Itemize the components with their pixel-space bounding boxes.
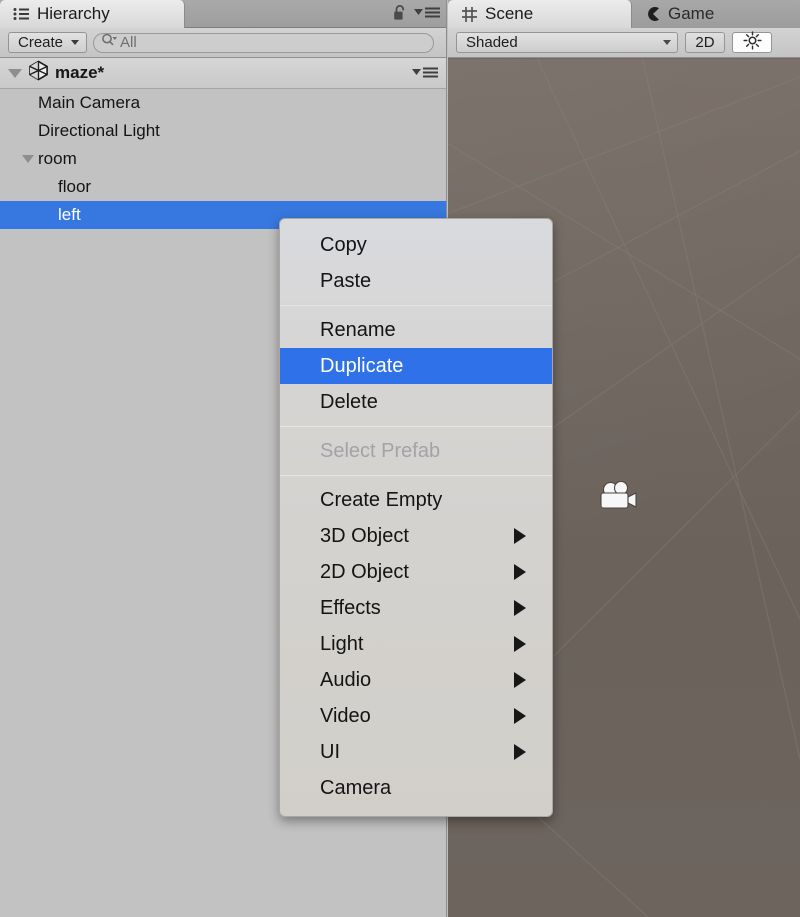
menu-item-label: Camera bbox=[320, 776, 392, 799]
create-button-label: Create bbox=[18, 34, 64, 51]
submenu-arrow-icon bbox=[514, 672, 526, 688]
tree-item-label: Directional Light bbox=[38, 121, 160, 140]
tab-hierarchy[interactable]: Hierarchy bbox=[0, 0, 185, 28]
menu-item-label: 3D Object bbox=[320, 524, 409, 547]
hierarchy-tabbar: Hierarchy bbox=[0, 0, 446, 28]
unity-logo-icon bbox=[28, 60, 49, 86]
hierarchy-toolbar: Create All bbox=[0, 28, 446, 58]
menu-item-select-prefab: Select Prefab bbox=[280, 433, 552, 469]
context-menu: Copy Paste Rename Duplicate Delete Select Pre… bbox=[279, 218, 553, 817]
menu-item-label: UI bbox=[320, 740, 340, 763]
tab-scene-label: Scene bbox=[485, 4, 534, 23]
search-input[interactable]: All bbox=[93, 32, 434, 53]
menu-item-label: Select Prefab bbox=[320, 439, 441, 462]
menu-item-rename[interactable]: Rename bbox=[280, 312, 552, 348]
tree-item-main-camera[interactable]: Main Camera bbox=[0, 89, 446, 117]
scene-root-row[interactable]: maze* bbox=[0, 58, 446, 89]
grid-hash-icon bbox=[461, 6, 478, 23]
submenu-arrow-icon bbox=[514, 564, 526, 580]
menu-item-label: Paste bbox=[320, 269, 372, 292]
unity-editor-window: Hierarchy Create All maze* Main Camera D… bbox=[0, 0, 800, 917]
menu-item-label: Rename bbox=[320, 318, 396, 341]
menu-item-label: Copy bbox=[320, 233, 367, 256]
menu-item-label: Audio bbox=[320, 668, 372, 691]
hierarchy-tree: Main Camera Directional Light room floor lef… bbox=[0, 89, 446, 229]
tree-item-label: room bbox=[38, 149, 77, 168]
triangle-down-glyph bbox=[22, 155, 34, 163]
menu-separator bbox=[280, 475, 552, 476]
tree-item-floor[interactable]: floor bbox=[0, 173, 446, 201]
menu-item-video[interactable]: Video bbox=[280, 698, 552, 734]
scene-root-label: maze* bbox=[55, 63, 105, 82]
tree-item-label: left bbox=[58, 205, 81, 224]
menu-item-label: Light bbox=[320, 632, 364, 655]
tree-item-directional-light[interactable]: Directional Light bbox=[0, 117, 446, 145]
draw-mode-dropdown[interactable]: Shaded bbox=[456, 32, 678, 53]
list-icon bbox=[13, 7, 30, 21]
panel-options-icon[interactable] bbox=[414, 6, 440, 24]
tree-item-label: Main Camera bbox=[38, 93, 141, 112]
menu-item-paste[interactable]: Paste bbox=[280, 263, 552, 299]
menu-item-label: Effects bbox=[320, 596, 381, 619]
submenu-arrow-icon bbox=[514, 636, 526, 652]
menu-item-label: Duplicate bbox=[320, 354, 404, 377]
menu-item-3d-object[interactable]: 3D Object bbox=[280, 518, 552, 554]
menu-item-camera[interactable]: Camera bbox=[280, 770, 552, 806]
search-icon bbox=[102, 33, 118, 52]
create-button[interactable]: Create bbox=[8, 32, 88, 53]
menu-item-label: Create Empty bbox=[320, 488, 443, 511]
triangle-down-icon[interactable] bbox=[18, 155, 38, 163]
sun-icon bbox=[742, 31, 762, 54]
tree-item-label: floor bbox=[58, 177, 92, 196]
submenu-arrow-icon bbox=[514, 600, 526, 616]
toggle-2d-label: 2D bbox=[695, 34, 715, 51]
tab-game[interactable]: Game bbox=[632, 0, 800, 28]
submenu-arrow-icon bbox=[514, 708, 526, 724]
submenu-arrow-icon bbox=[514, 744, 526, 760]
menu-item-2d-object[interactable]: 2D Object bbox=[280, 554, 552, 590]
chevron-down-icon bbox=[663, 40, 671, 45]
tab-scene[interactable]: Scene bbox=[448, 0, 632, 28]
menu-item-delete[interactable]: Delete bbox=[280, 384, 552, 420]
menu-item-audio[interactable]: Audio bbox=[280, 662, 552, 698]
triangle-down-icon[interactable] bbox=[8, 68, 22, 78]
scene-root-options-icon[interactable] bbox=[412, 66, 438, 79]
pacman-icon bbox=[645, 6, 661, 22]
scene-tabbar: Scene Game bbox=[448, 0, 800, 28]
scene-toolbar: Shaded 2D bbox=[448, 28, 800, 58]
tab-hierarchy-label: Hierarchy bbox=[37, 4, 110, 23]
menu-item-light[interactable]: Light bbox=[280, 626, 552, 662]
hierarchy-header-controls bbox=[393, 4, 440, 26]
tab-game-label: Game bbox=[668, 4, 715, 23]
lighting-toggle-button[interactable] bbox=[732, 31, 772, 54]
menu-separator bbox=[280, 305, 552, 306]
menu-item-effects[interactable]: Effects bbox=[280, 590, 552, 626]
menu-item-copy[interactable]: Copy bbox=[280, 227, 552, 263]
submenu-arrow-icon bbox=[514, 528, 526, 544]
tree-item-room[interactable]: room bbox=[0, 145, 446, 173]
chevron-down-icon bbox=[71, 40, 80, 45]
draw-mode-label: Shaded bbox=[466, 34, 518, 51]
menu-item-create-empty[interactable]: Create Empty bbox=[280, 482, 552, 518]
menu-item-label: Delete bbox=[320, 390, 378, 413]
padlock-icon[interactable] bbox=[393, 4, 407, 26]
search-input-value: All bbox=[120, 34, 137, 51]
menu-separator bbox=[280, 426, 552, 427]
menu-item-label: Video bbox=[320, 704, 371, 727]
toggle-2d-button[interactable]: 2D bbox=[685, 32, 725, 53]
menu-item-duplicate[interactable]: Duplicate bbox=[280, 348, 552, 384]
menu-item-label: 2D Object bbox=[320, 560, 409, 583]
menu-item-ui[interactable]: UI bbox=[280, 734, 552, 770]
